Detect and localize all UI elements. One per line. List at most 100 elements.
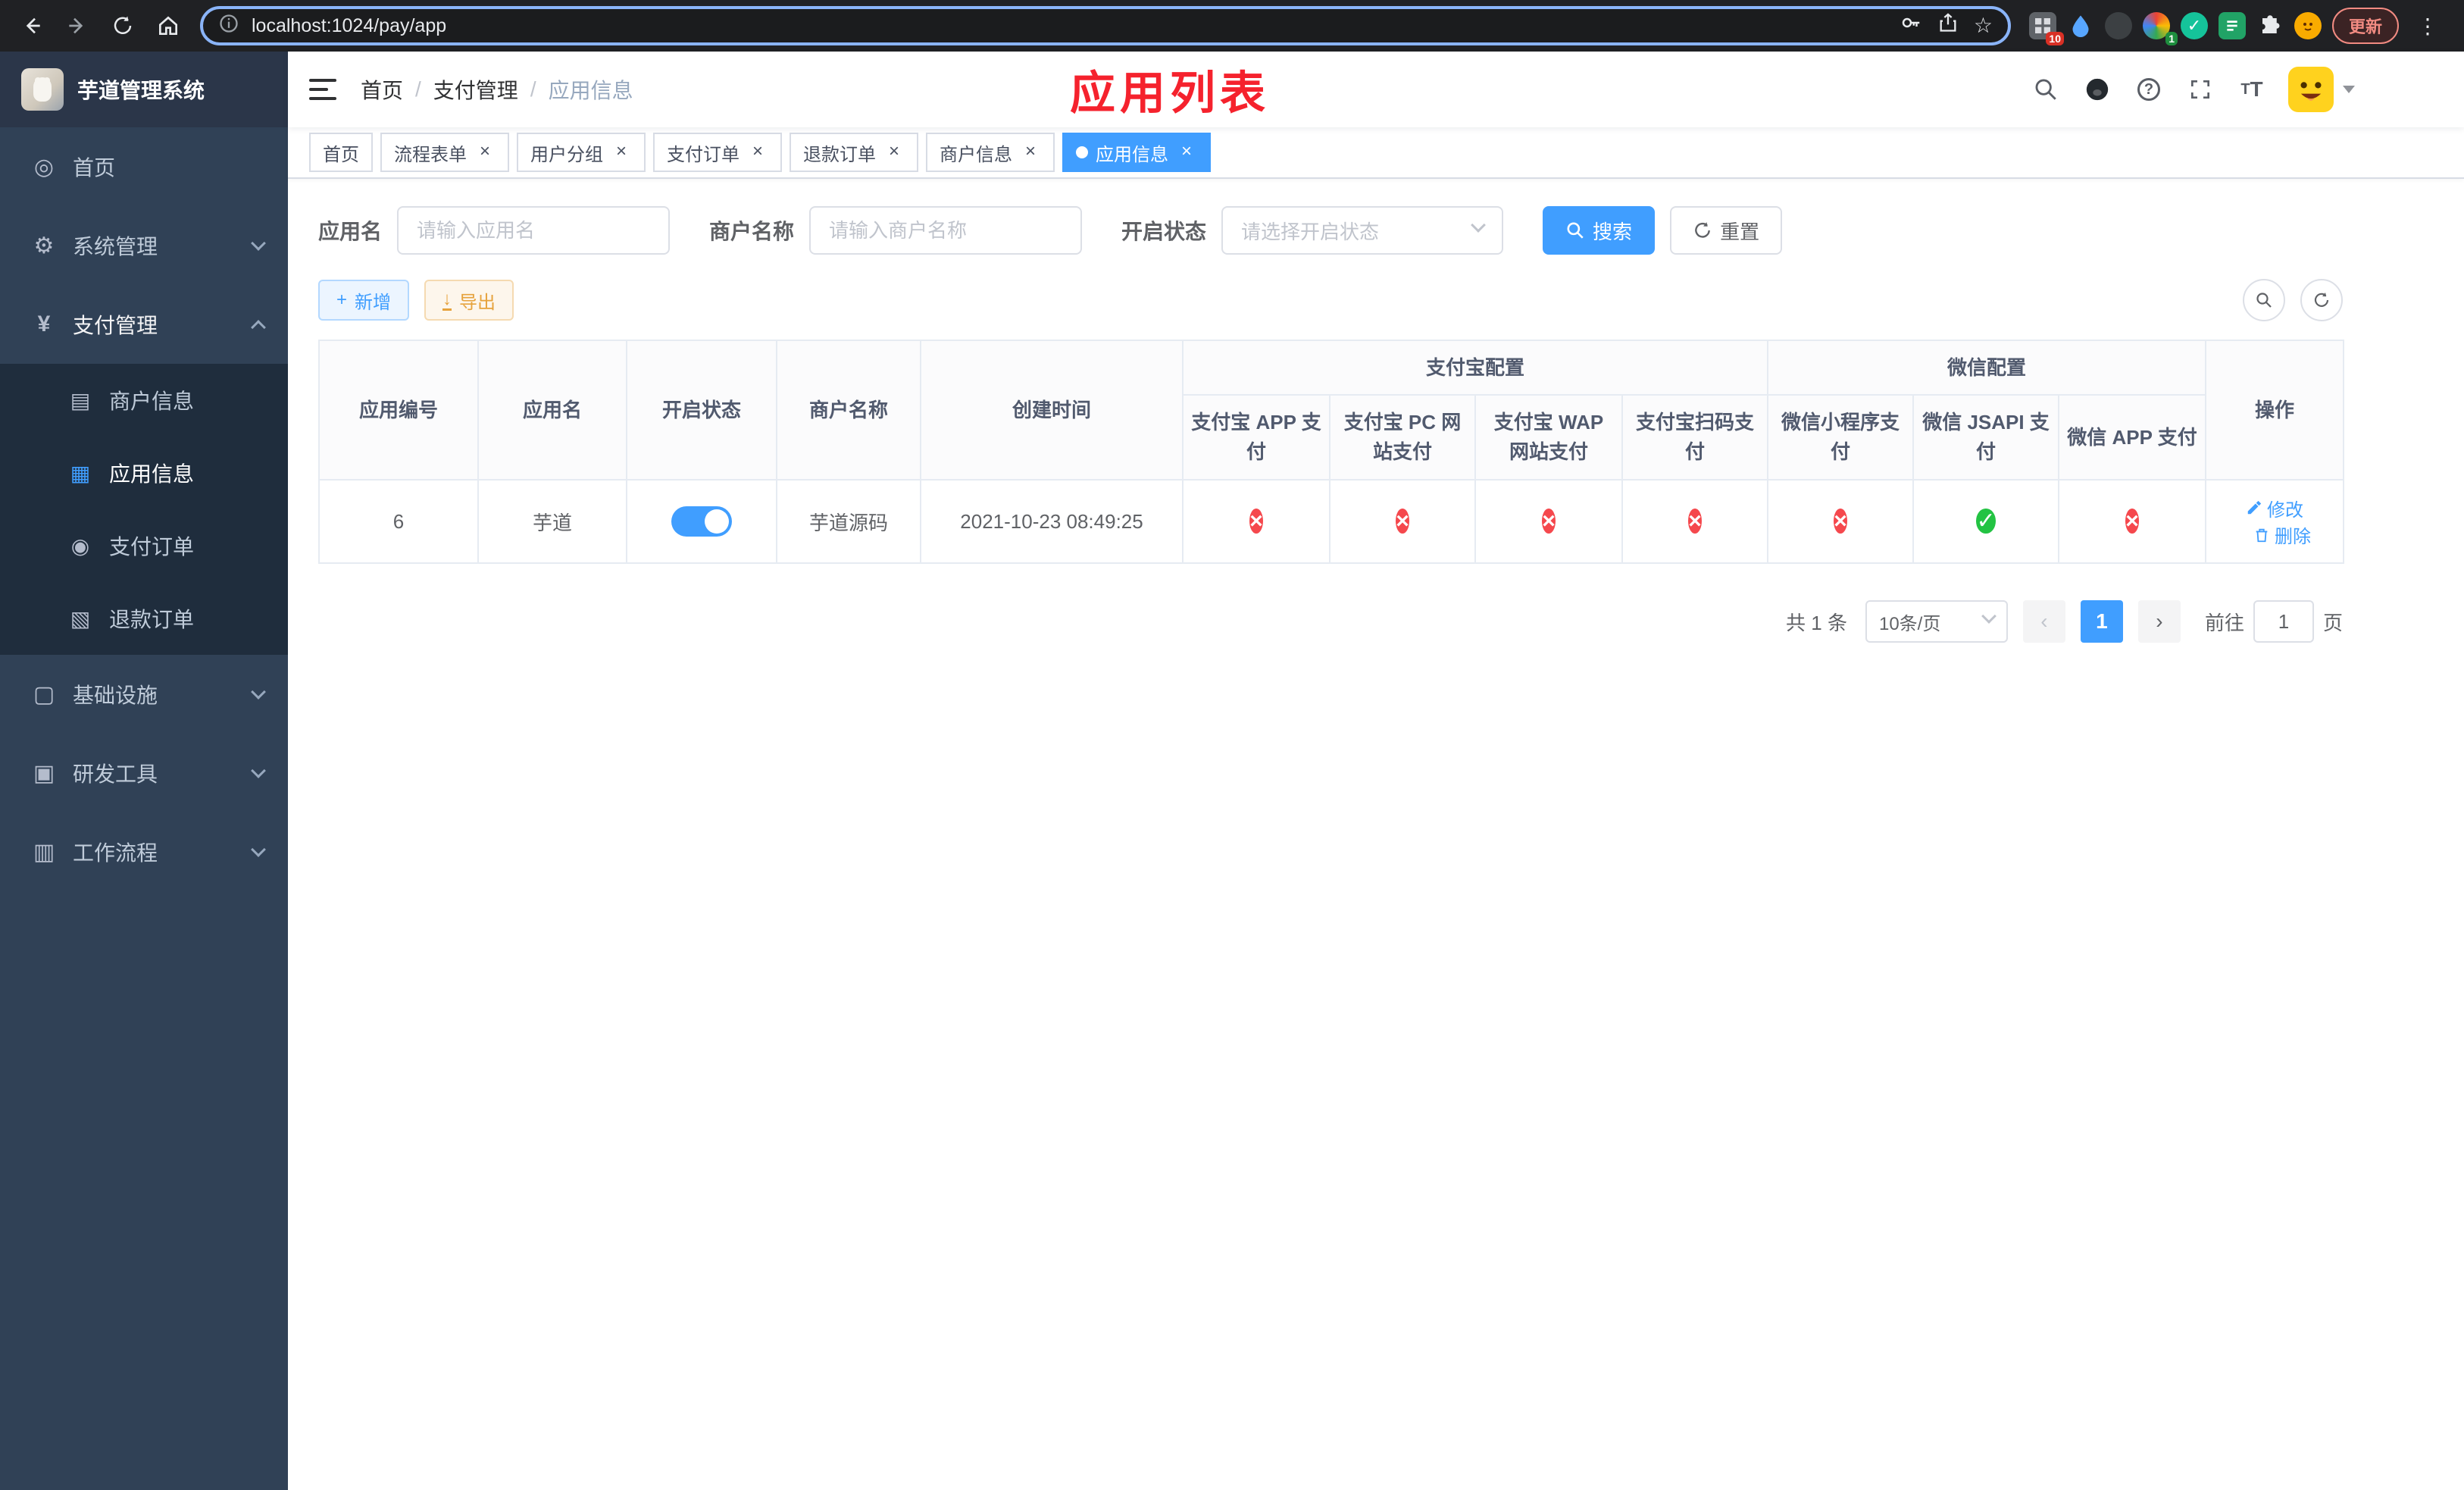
browser-toolbar: localhost:1024/pay/app ☆ 10 1 ✓ 更新 ⋮ (0, 0, 2464, 52)
help-icon[interactable]: ? (2134, 74, 2164, 105)
tab-label: 首页 (323, 144, 359, 165)
edit-link[interactable]: 修改 (2246, 495, 2303, 521)
cell-alipay-pc: × (1329, 479, 1476, 564)
site-info-icon[interactable] (218, 12, 239, 40)
sidebar-item-merchant-info[interactable]: ▤ 商户信息 (0, 364, 288, 437)
next-page-button[interactable]: › (2137, 600, 2181, 643)
sidebar-item-infra[interactable]: ▢ 基础设施 (0, 655, 288, 734)
sidebar-item-home[interactable]: ◎ 首页 (0, 127, 288, 206)
app-name-input[interactable] (397, 206, 671, 255)
browser-forward-icon[interactable] (58, 6, 97, 45)
tab-label: 退款订单 (803, 144, 876, 165)
dashboard-icon: ◎ (33, 154, 55, 180)
extension-check-icon[interactable]: ✓ (2180, 12, 2208, 39)
extensions-puzzle-icon[interactable] (2256, 12, 2284, 39)
browser-back-icon[interactable] (12, 6, 52, 45)
sidebar-item-system[interactable]: ⚙ 系统管理 (0, 206, 288, 285)
tab-close-icon[interactable]: × (611, 142, 632, 163)
extension-color-icon[interactable]: 1 (2142, 12, 2178, 45)
url-text[interactable]: localhost:1024/pay/app (252, 15, 1887, 37)
col-header-wechat-app: 微信 APP 支付 (2058, 394, 2207, 480)
tab-close-icon[interactable]: × (883, 142, 905, 163)
filter-form: 应用名 商户名称 开启状态 请选择开启状态 搜索 重置 (318, 206, 2343, 255)
extension-drop-icon[interactable] (2067, 12, 2094, 39)
tab-app-info[interactable]: 应用信息 × (1062, 133, 1211, 172)
breadcrumb-home[interactable]: 首页 (361, 74, 403, 105)
app-table: 应用编号 应用名 开启状态 商户名称 创建时间 支付宝配置 微信配置 操作 支付… (318, 340, 2345, 564)
browser-menu-icon[interactable]: ⋮ (2409, 14, 2446, 39)
browser-home-icon[interactable] (149, 6, 188, 45)
sidebar-item-label: 基础设施 (73, 684, 158, 707)
user-menu[interactable] (2288, 67, 2355, 112)
sidebar-item-devtools[interactable]: ▣ 研发工具 (0, 734, 288, 812)
github-icon[interactable] (2082, 74, 2112, 105)
tab-close-icon[interactable]: × (474, 142, 496, 163)
fullscreen-icon[interactable] (2185, 74, 2215, 105)
status-switch[interactable] (671, 506, 732, 537)
font-size-icon[interactable]: TT (2237, 74, 2267, 105)
sidebar-logo[interactable]: 芋道管理系统 (0, 52, 288, 127)
sidebar-item-payment[interactable]: ¥ 支付管理 (0, 285, 288, 364)
refresh-table-button[interactable] (2300, 279, 2343, 321)
breadcrumb: 首页 / 支付管理 / 应用信息 (361, 74, 633, 105)
profile-avatar-icon[interactable] (2294, 12, 2322, 39)
tab-home[interactable]: 首页 (309, 133, 373, 172)
tab-close-icon[interactable]: × (1176, 142, 1197, 163)
tab-merchant-info[interactable]: 商户信息 × (926, 133, 1055, 172)
sidebar-item-workflow[interactable]: ▥ 工作流程 (0, 812, 288, 891)
search-icon[interactable] (2031, 74, 2061, 105)
tab-close-icon[interactable]: × (1020, 142, 1041, 163)
top-navbar: 首页 / 支付管理 / 应用信息 应用列表 ? T T (288, 52, 2464, 127)
app-title: 芋道管理系统 (77, 79, 205, 102)
reset-button-label: 重置 (1720, 220, 1760, 243)
extension-notes-icon[interactable] (2218, 12, 2246, 39)
export-button[interactable]: ↓ 导出 (424, 280, 514, 321)
address-bar[interactable]: localhost:1024/pay/app ☆ (200, 6, 2011, 45)
tab-pay-order[interactable]: 支付订单 × (653, 133, 782, 172)
group-header-alipay: 支付宝配置 (1181, 340, 1769, 396)
browser-update-button[interactable]: 更新 (2331, 8, 2399, 44)
tab-process-form[interactable]: 流程表单 × (380, 133, 509, 172)
col-header-status: 开启状态 (626, 340, 777, 480)
page-size-select[interactable]: 10条/页 (1865, 600, 2008, 643)
extension-tabs-icon[interactable]: 10 (2028, 12, 2064, 45)
browser-refresh-icon[interactable] (103, 6, 142, 45)
tab-refund-order[interactable]: 退款订单 × (790, 133, 918, 172)
tags-view: 首页 流程表单 × 用户分组 × 支付订单 × 退款订单 × 商户信息 × 应用… (288, 127, 2464, 179)
delete-link[interactable]: 删除 (2253, 521, 2311, 548)
password-key-icon[interactable] (1900, 11, 1922, 40)
search-button[interactable]: 搜索 (1543, 206, 1656, 255)
pencil-icon (2247, 500, 2262, 515)
sidebar-item-label: 应用信息 (109, 462, 195, 486)
bookmark-star-icon[interactable]: ☆ (1974, 15, 1993, 36)
add-button[interactable]: + 新增 (318, 280, 410, 321)
col-header-merchant: 商户名称 (776, 340, 921, 480)
col-header-app-id: 应用编号 (318, 340, 479, 480)
extension-dark-icon[interactable] (2104, 12, 2132, 39)
col-header-created: 创建时间 (920, 340, 1184, 480)
toggle-search-button[interactable] (2243, 279, 2285, 321)
prev-page-button[interactable]: ‹ (2022, 600, 2065, 643)
sidebar-item-refund-order[interactable]: ▧ 退款订单 (0, 582, 288, 655)
merchant-name-input[interactable] (809, 206, 1083, 255)
status-select[interactable]: 请选择开启状态 (1221, 206, 1504, 255)
table-toolbar: + 新增 ↓ 导出 (318, 279, 2343, 321)
sidebar-item-app-info[interactable]: ▦ 应用信息 (0, 437, 288, 509)
tab-user-group[interactable]: 用户分组 × (517, 133, 646, 172)
reset-button[interactable]: 重置 (1670, 206, 1783, 255)
chevron-down-icon (251, 842, 266, 857)
page-1-button[interactable]: 1 (2080, 600, 2123, 643)
col-header-alipay-app: 支付宝 APP 支付 (1182, 394, 1330, 480)
share-icon[interactable] (1937, 11, 1959, 40)
tab-label: 应用信息 (1096, 144, 1168, 165)
sidebar-toggle-icon[interactable] (309, 79, 336, 100)
merchant-icon: ▤ (70, 388, 91, 412)
avatar (2288, 67, 2334, 112)
trash-icon (2256, 528, 2268, 542)
breadcrumb-payment[interactable]: 支付管理 (433, 74, 518, 105)
goto-page-input[interactable] (2253, 600, 2314, 643)
cell-merchant: 芋道源码 (776, 479, 921, 564)
sidebar-item-pay-order[interactable]: ◉ 支付订单 (0, 509, 288, 582)
sidebar-item-label: 系统管理 (73, 235, 158, 258)
tab-close-icon[interactable]: × (747, 142, 768, 163)
